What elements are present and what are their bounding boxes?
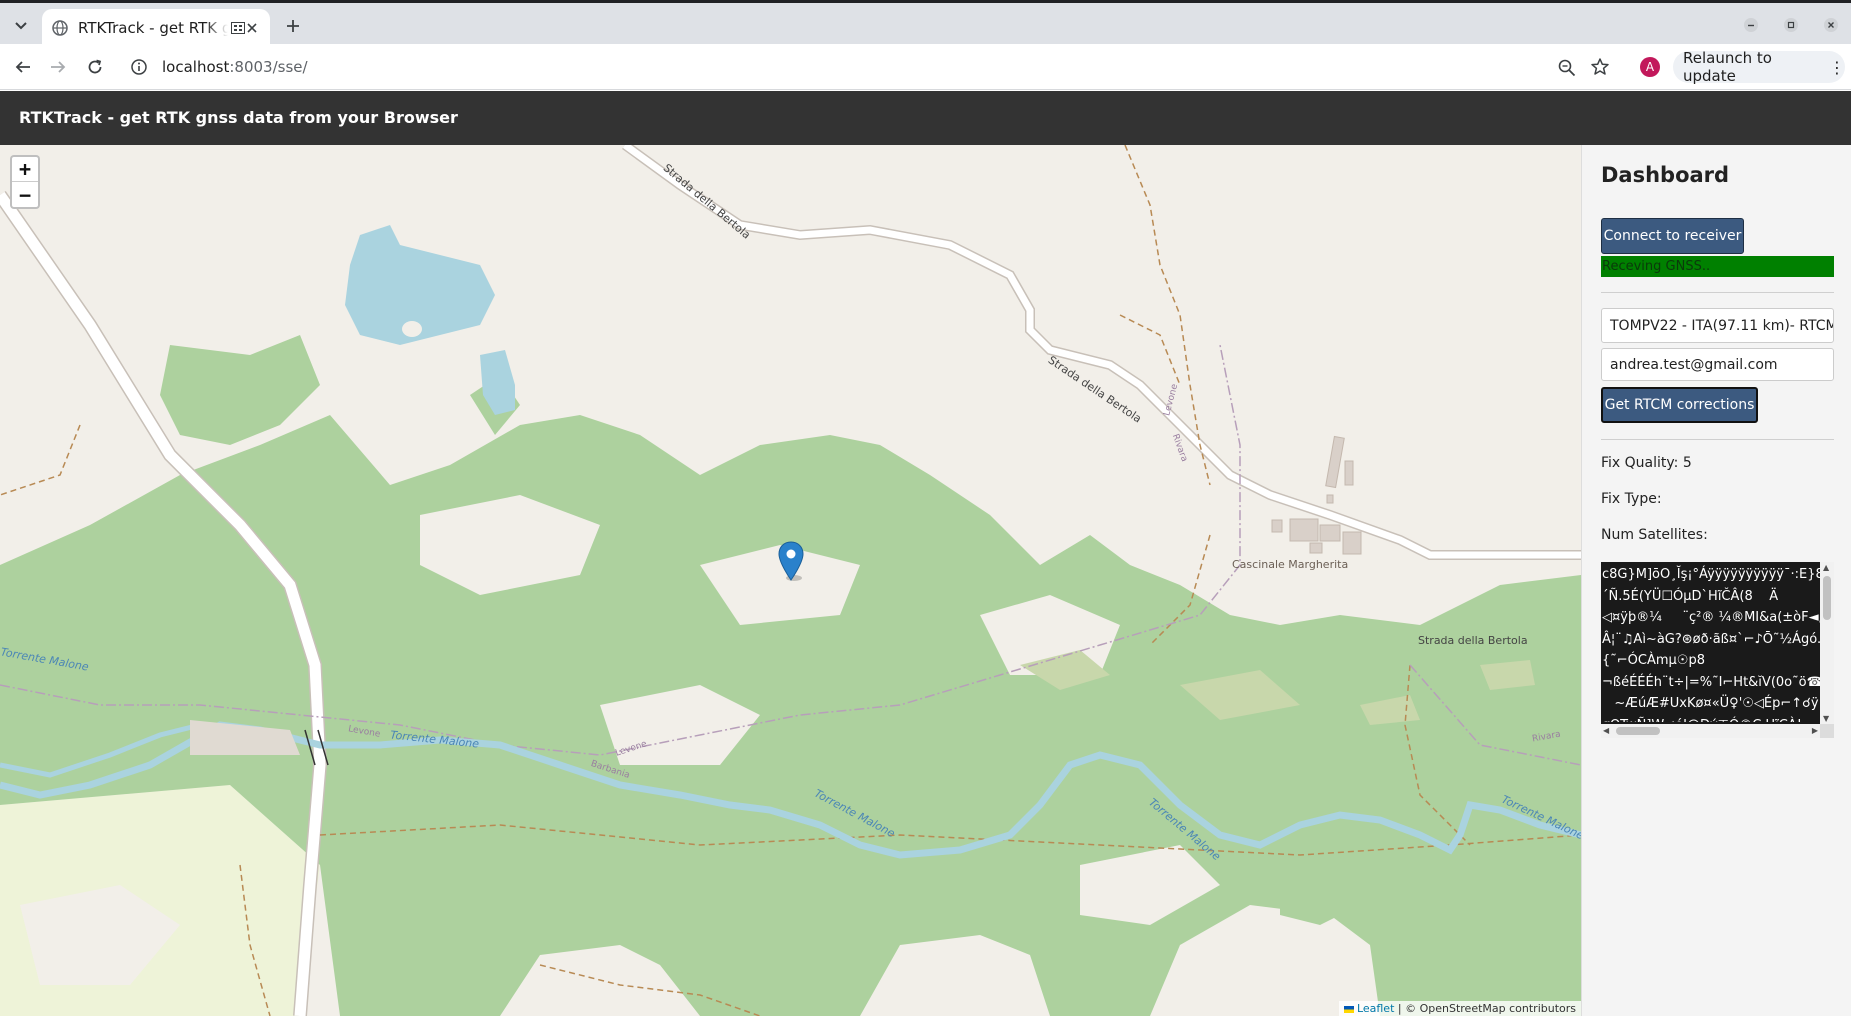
reload-button[interactable] bbox=[81, 53, 109, 81]
close-tab-icon[interactable] bbox=[244, 20, 260, 36]
bookmark-star-icon[interactable] bbox=[1590, 57, 1610, 77]
relaunch-button[interactable]: Relaunch to update ⋮ bbox=[1673, 49, 1845, 85]
map-attribution: Leaflet | © OpenStreetMap contributors bbox=[1338, 1001, 1581, 1016]
arrow-left-icon bbox=[15, 61, 30, 73]
place-label: Cascinale Margherita bbox=[1232, 558, 1349, 571]
close-window-button[interactable] bbox=[1811, 11, 1851, 39]
raw-data-text: c8G}M]ōO¸Ĭş¡°Áÿÿÿÿÿÿÿÿÿÿ¯·:E}8C ´Ñ.5É(YÜ… bbox=[1602, 567, 1820, 722]
chevron-down-icon bbox=[15, 22, 27, 30]
vertical-scrollbar[interactable]: ▲ ▼ bbox=[1820, 562, 1834, 724]
url-host: localhost bbox=[162, 58, 230, 76]
tab-title: RTKTrack - get RTK gnss data from your B… bbox=[78, 19, 228, 37]
scroll-corner bbox=[1820, 724, 1834, 738]
zoom-out-button[interactable]: − bbox=[12, 182, 38, 207]
dashboard-panel: Dashboard Connect to receiver Receving G… bbox=[1581, 145, 1851, 1016]
back-button[interactable] bbox=[9, 53, 37, 81]
connect-receiver-button[interactable]: Connect to receiver bbox=[1601, 218, 1744, 254]
flag-icon bbox=[1343, 1005, 1354, 1013]
minimize-icon bbox=[1744, 18, 1758, 32]
road-label: Strada della Bertola bbox=[1418, 634, 1528, 647]
browser-tab[interactable]: RTKTrack - get RTK gnss data from your B… bbox=[42, 9, 270, 47]
close-icon bbox=[1824, 18, 1838, 32]
osm-attribution: | © OpenStreetMap contributors bbox=[1397, 1002, 1576, 1015]
fix-type-text: Fix Type: bbox=[1601, 491, 1662, 507]
plus-icon bbox=[287, 20, 299, 32]
app-title: RTKTrack - get RTK gnss data from your B… bbox=[19, 108, 458, 127]
browser-toolbar: localhost:8003/sse/ A Relaunch to update… bbox=[0, 44, 1851, 90]
scroll-thumb[interactable] bbox=[1823, 576, 1831, 620]
restore-icon bbox=[1784, 18, 1798, 32]
zoom-in-button[interactable]: + bbox=[12, 157, 38, 182]
tab-search-button[interactable] bbox=[8, 13, 34, 39]
num-satellites-text: Num Satellites: bbox=[1601, 527, 1708, 543]
app-header: RTKTrack - get RTK gnss data from your B… bbox=[0, 91, 1851, 145]
more-vert-icon: ⋮ bbox=[1829, 57, 1845, 77]
scroll-thumb[interactable] bbox=[1616, 727, 1660, 735]
globe-icon bbox=[52, 20, 68, 36]
leaflet-link[interactable]: Leaflet bbox=[1357, 1002, 1394, 1015]
mountpoint-select[interactable]: TOMPV22 - ITA(97.11 km)- RTCM: bbox=[1601, 308, 1834, 343]
new-tab-button[interactable] bbox=[282, 15, 304, 37]
scroll-left-icon[interactable]: ◀ bbox=[1603, 726, 1609, 735]
get-rtcm-button[interactable]: Get RTCM corrections bbox=[1601, 387, 1758, 423]
url-path: :8003/sse/ bbox=[229, 58, 308, 76]
restore-window-button[interactable] bbox=[1771, 11, 1811, 39]
status-bar: Receving GNSS.. bbox=[1601, 256, 1834, 277]
divider bbox=[1601, 292, 1834, 293]
forward-button[interactable] bbox=[44, 53, 72, 81]
info-icon[interactable] bbox=[130, 58, 148, 76]
browser-tabstrip: RTKTrack - get RTK gnss data from your B… bbox=[0, 0, 1851, 47]
profile-avatar[interactable]: A bbox=[1640, 57, 1660, 77]
arrow-right-icon bbox=[51, 61, 66, 73]
scroll-down-icon[interactable]: ▼ bbox=[1823, 714, 1829, 723]
divider bbox=[1601, 439, 1834, 440]
minimize-window-button[interactable] bbox=[1731, 11, 1771, 39]
map[interactable]: Strada della Bertola Strada della Bertol… bbox=[0, 145, 1581, 1016]
location-marker-icon[interactable] bbox=[778, 541, 804, 581]
url-text: localhost:8003/sse/ bbox=[162, 58, 308, 76]
address-bar[interactable]: localhost:8003/sse/ bbox=[122, 50, 1622, 84]
map-zoom-control: + − bbox=[10, 155, 40, 209]
horizontal-scrollbar[interactable]: ◀ ▶ bbox=[1601, 724, 1820, 738]
fix-quality-text: Fix Quality: 5 bbox=[1601, 455, 1692, 471]
dashboard-title: Dashboard bbox=[1601, 163, 1730, 187]
scroll-right-icon[interactable]: ▶ bbox=[1812, 726, 1818, 735]
reload-icon bbox=[88, 59, 102, 74]
email-field[interactable]: andrea.test@gmail.com bbox=[1601, 348, 1834, 381]
relaunch-label: Relaunch to update bbox=[1683, 49, 1772, 85]
raw-data-textarea[interactable]: c8G}M]ōO¸Ĭş¡°Áÿÿÿÿÿÿÿÿÿÿ¯·:E}8C ´Ñ.5É(YÜ… bbox=[1601, 562, 1834, 738]
scroll-up-icon[interactable]: ▲ bbox=[1823, 563, 1829, 572]
zoom-icon[interactable] bbox=[1558, 59, 1576, 77]
